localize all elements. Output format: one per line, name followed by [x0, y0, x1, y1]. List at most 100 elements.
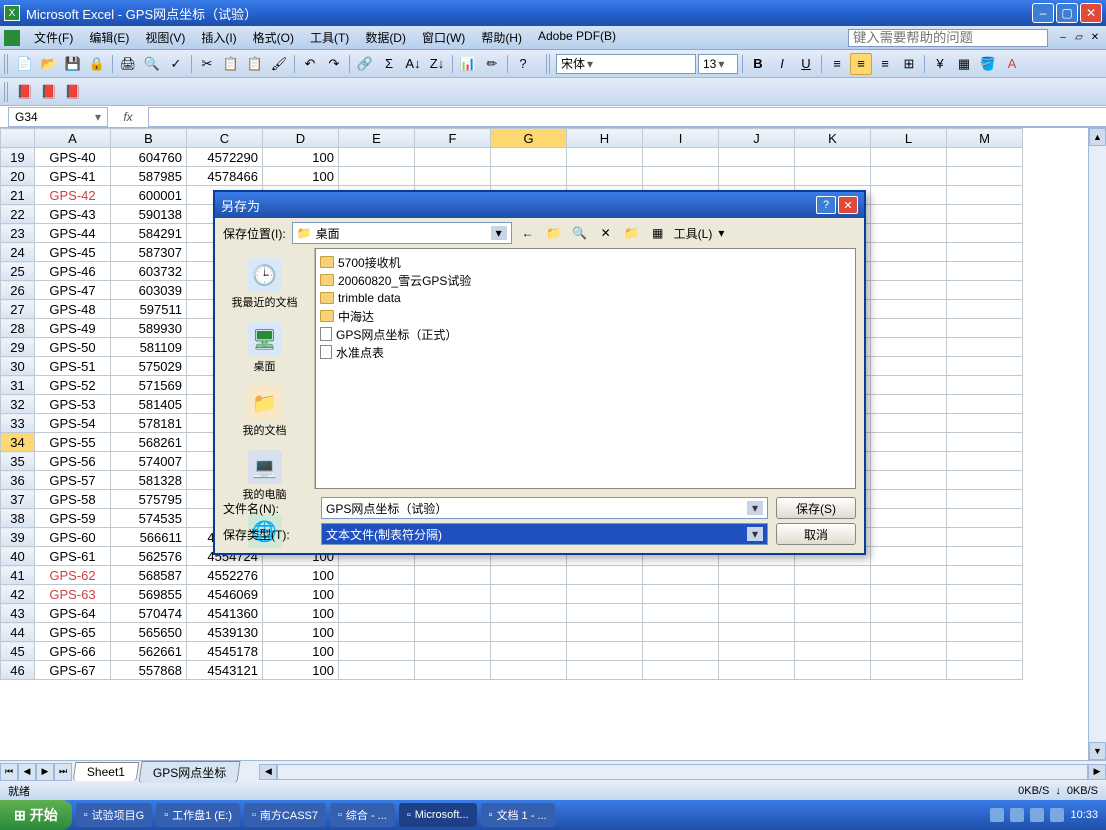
cell[interactable]	[339, 148, 415, 167]
row-header[interactable]: 40	[1, 547, 35, 566]
name-box-dropdown-icon[interactable]: ▾	[95, 110, 101, 124]
cell[interactable]: 4572290	[187, 148, 263, 167]
cell[interactable]	[947, 414, 1023, 433]
cell[interactable]: 568587	[111, 566, 187, 585]
cell[interactable]: 569855	[111, 585, 187, 604]
scroll-up-button[interactable]: ▲	[1089, 128, 1106, 146]
minimize-button[interactable]: –	[1032, 3, 1054, 23]
row-header[interactable]: 30	[1, 357, 35, 376]
cell[interactable]	[947, 604, 1023, 623]
cell[interactable]	[871, 433, 947, 452]
cell[interactable]	[491, 661, 567, 680]
taskbar-item[interactable]: ▫文档 1 - ...	[481, 803, 555, 827]
cell[interactable]: 557868	[111, 661, 187, 680]
cell[interactable]: GPS-52	[35, 376, 111, 395]
row-header[interactable]: 41	[1, 566, 35, 585]
tray-icon[interactable]	[1010, 808, 1024, 822]
system-tray[interactable]: 10:33	[982, 808, 1106, 822]
toolbar-handle-2[interactable]	[546, 54, 552, 74]
menu-item[interactable]: 窗口(W)	[414, 27, 473, 48]
cell[interactable]: GPS-64	[35, 604, 111, 623]
cell[interactable]: GPS-55	[35, 433, 111, 452]
chevron-down-icon[interactable]: ▾	[747, 527, 763, 541]
tray-icon[interactable]	[990, 808, 1004, 822]
chart-button[interactable]	[457, 53, 479, 75]
row-header[interactable]: 23	[1, 224, 35, 243]
search-button[interactable]	[570, 223, 590, 243]
scroll-down-button[interactable]: ▼	[1089, 742, 1106, 760]
print-preview-button[interactable]: 🔍	[141, 53, 163, 75]
chevron-down-icon[interactable]: ▾	[747, 501, 763, 515]
sheet-tab-1[interactable]: Sheet1	[73, 762, 140, 781]
cell[interactable]	[947, 509, 1023, 528]
underline-button[interactable]	[795, 53, 817, 75]
cell[interactable]	[947, 357, 1023, 376]
cell[interactable]	[719, 661, 795, 680]
row-header[interactable]: 31	[1, 376, 35, 395]
cell[interactable]: 603732	[111, 262, 187, 281]
cell[interactable]	[947, 281, 1023, 300]
cell[interactable]	[719, 642, 795, 661]
back-button[interactable]	[518, 223, 538, 243]
file-item[interactable]: trimble data	[320, 289, 851, 307]
cell[interactable]	[871, 205, 947, 224]
cell[interactable]	[719, 623, 795, 642]
file-item[interactable]: 5700接收机	[320, 253, 851, 271]
row-header[interactable]: 46	[1, 661, 35, 680]
align-left-button[interactable]	[826, 53, 848, 75]
cell[interactable]	[871, 376, 947, 395]
cell[interactable]: 603039	[111, 281, 187, 300]
cell[interactable]: GPS-63	[35, 585, 111, 604]
row-header[interactable]: 33	[1, 414, 35, 433]
redo-button[interactable]	[323, 53, 345, 75]
file-item[interactable]: 20060820_雪云GPS试验	[320, 271, 851, 289]
sort-asc-button[interactable]	[402, 53, 424, 75]
cell[interactable]	[795, 148, 871, 167]
cell[interactable]	[415, 642, 491, 661]
column-header[interactable]: A	[35, 129, 111, 148]
vertical-scrollbar[interactable]: ▲ ▼	[1088, 128, 1106, 760]
chevron-down-icon[interactable]: ▾	[491, 226, 507, 240]
cell[interactable]	[947, 148, 1023, 167]
cell[interactable]	[339, 604, 415, 623]
cell[interactable]	[567, 642, 643, 661]
cell[interactable]	[947, 205, 1023, 224]
places-docs[interactable]: 📁我的文档	[220, 380, 310, 444]
name-box[interactable]: G34▾	[8, 107, 108, 127]
cell[interactable]: 100	[263, 623, 339, 642]
menu-item[interactable]: 视图(V)	[137, 27, 193, 48]
cell[interactable]	[947, 376, 1023, 395]
taskbar-item[interactable]: ▫Microsoft...	[399, 803, 477, 827]
cell[interactable]: GPS-48	[35, 300, 111, 319]
merge-button[interactable]	[898, 53, 920, 75]
cell[interactable]: GPS-51	[35, 357, 111, 376]
cancel-button[interactable]: 取消	[776, 523, 856, 545]
cell[interactable]: 100	[263, 585, 339, 604]
column-header[interactable]: C	[187, 129, 263, 148]
column-header[interactable]: M	[947, 129, 1023, 148]
cell[interactable]	[947, 547, 1023, 566]
cell[interactable]	[795, 566, 871, 585]
cell[interactable]	[947, 186, 1023, 205]
cell[interactable]	[491, 642, 567, 661]
cell[interactable]	[871, 547, 947, 566]
cell[interactable]	[871, 452, 947, 471]
dialog-titlebar[interactable]: 另存为 ? ✕	[215, 192, 864, 218]
row-header[interactable]: 42	[1, 585, 35, 604]
currency-button[interactable]: ¥	[929, 53, 951, 75]
row-header[interactable]: 22	[1, 205, 35, 224]
start-button[interactable]: ⊞ 开始	[0, 800, 72, 830]
cell[interactable]	[795, 585, 871, 604]
cell[interactable]: GPS-56	[35, 452, 111, 471]
places-computer[interactable]: 💻我的电脑	[220, 444, 310, 508]
help-search-input[interactable]	[848, 29, 1048, 47]
cell[interactable]: GPS-50	[35, 338, 111, 357]
doc-close-button[interactable]: ✕	[1088, 31, 1102, 45]
column-header[interactable]: H	[567, 129, 643, 148]
cell[interactable]	[339, 642, 415, 661]
cell[interactable]	[871, 528, 947, 547]
cell[interactable]: GPS-46	[35, 262, 111, 281]
row-header[interactable]: 21	[1, 186, 35, 205]
new-folder-button[interactable]	[622, 223, 642, 243]
column-header[interactable]: G	[491, 129, 567, 148]
